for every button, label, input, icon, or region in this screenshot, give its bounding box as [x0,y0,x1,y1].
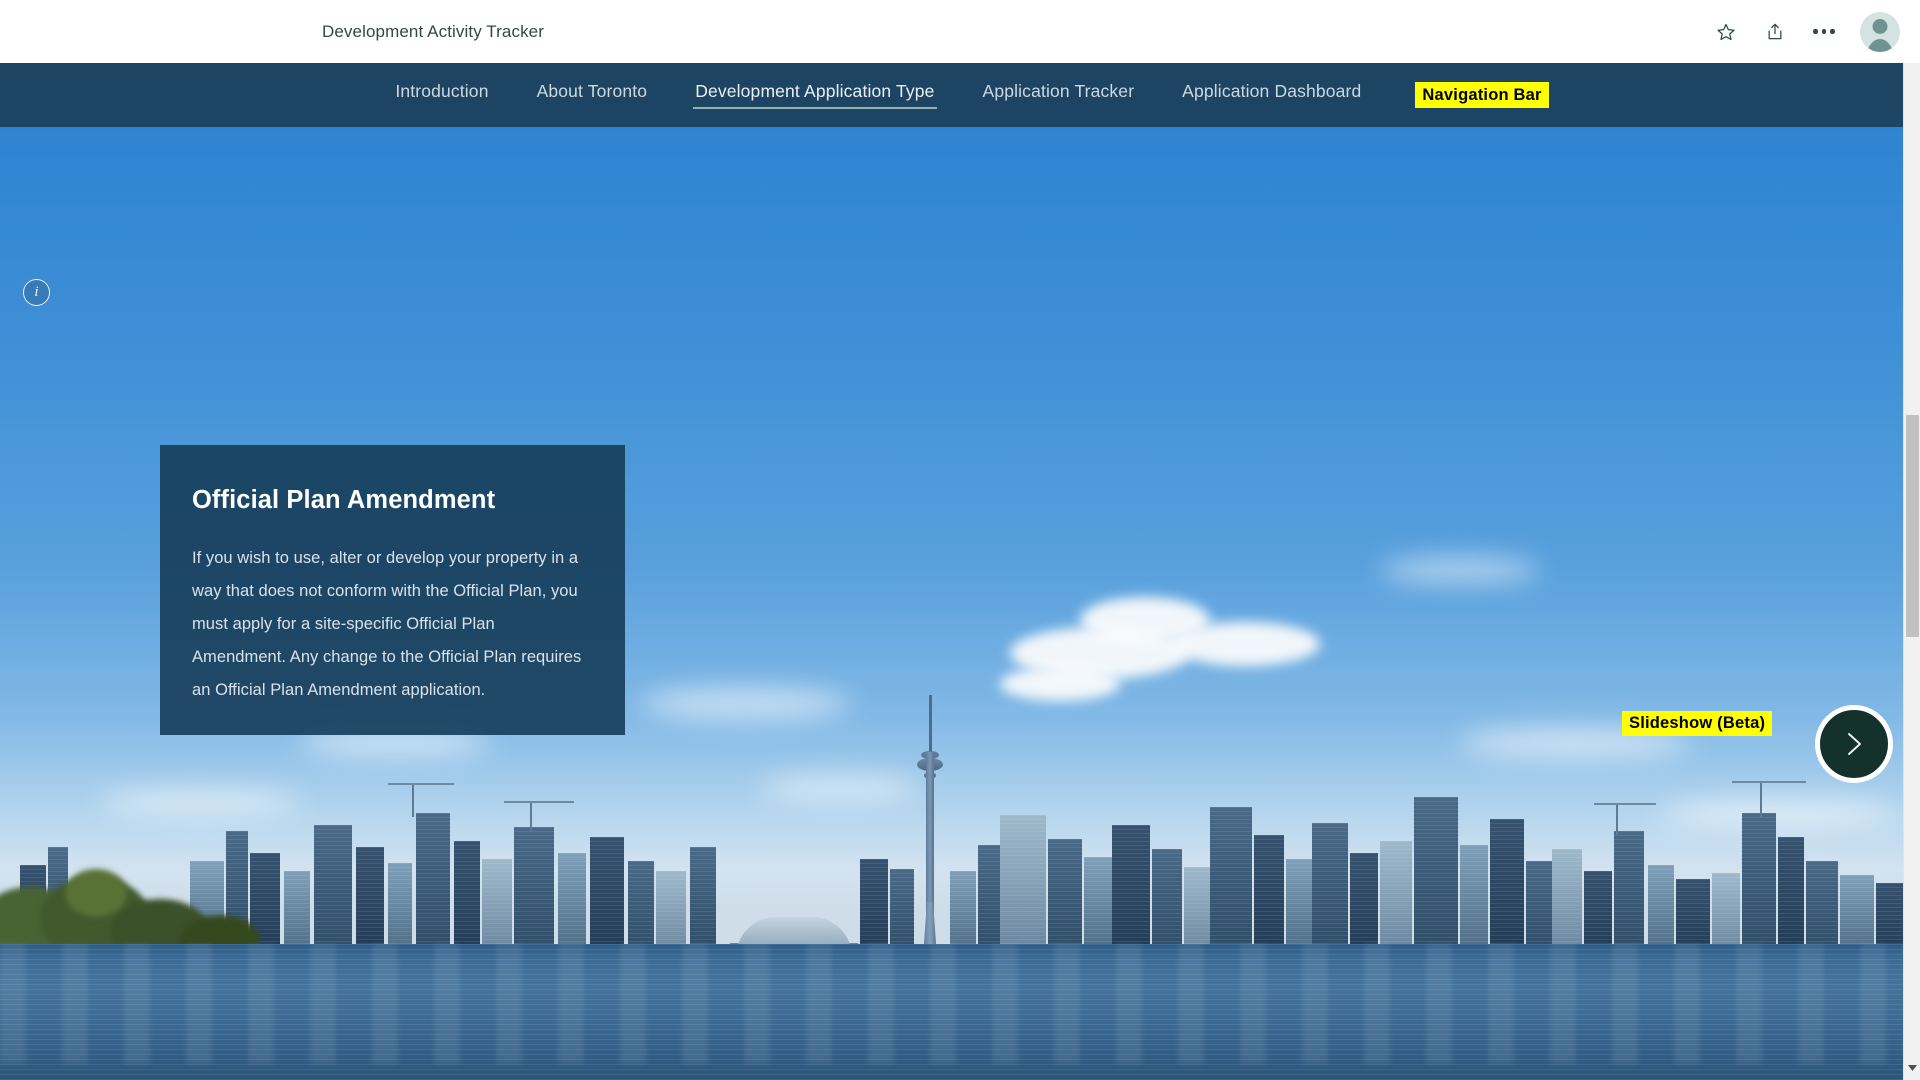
building [558,853,586,957]
navigation-bar-annotation: Navigation Bar [1415,81,1549,109]
cloud [1170,622,1320,666]
avatar-body [1865,38,1895,52]
cn-tower [916,695,944,957]
building [1552,849,1582,957]
tree [65,869,127,917]
browser-actions [1713,11,1900,52]
building [1000,815,1046,957]
building [628,861,654,957]
navigation-bar: Introduction About Toronto Development A… [0,63,1920,127]
building [1350,853,1378,957]
scrollbar-thumb[interactable] [1906,415,1919,637]
nav-item-about-toronto[interactable]: About Toronto [537,81,648,109]
building [1152,849,1182,957]
building [1806,861,1838,957]
info-icon[interactable]: i [23,279,50,306]
building [1286,859,1312,957]
slide-title: Official Plan Amendment [192,486,496,514]
building [1254,835,1284,957]
construction-crane [388,783,454,817]
building [388,863,412,957]
building [1312,823,1348,957]
building [1380,841,1412,957]
building [1048,839,1082,957]
building [482,859,512,957]
construction-crane [1732,781,1806,817]
hero-slideshow: i Official Plan Amendment If you wish to… [0,127,1903,1080]
building [590,837,624,957]
building [1210,807,1252,957]
nav-item-application-dashboard[interactable]: Application Dashboard [1182,81,1361,109]
scrollbar-down-arrow-icon[interactable] [1904,1061,1920,1075]
building [860,859,888,957]
building [514,827,554,957]
building [416,813,450,957]
slide-body-text: If you wish to use, alter or develop you… [192,548,582,699]
building [314,825,352,957]
nav-item-application-tracker[interactable]: Application Tracker [983,81,1135,109]
building [1414,797,1458,957]
page-title: Development Activity Tracker [322,21,544,41]
building [356,847,384,957]
slide-content-card: Official Plan Amendment If you wish to u… [160,445,625,735]
building-under-construction [1614,831,1644,957]
avatar-head [1872,18,1888,34]
page-scrollbar[interactable] [1903,63,1920,1080]
slideshow-annotation: Slideshow (Beta) [1622,711,1773,736]
star-icon[interactable] [1713,19,1739,45]
building [454,841,480,957]
building [1460,845,1488,957]
cloud [640,687,850,721]
avatar[interactable] [1860,11,1900,52]
construction-crane [504,801,574,831]
building [1084,857,1112,957]
building [690,847,716,957]
browser-toolbar: Development Activity Tracker [0,0,1920,63]
building-under-construction [1742,813,1776,957]
building [1112,825,1150,957]
cloud [1000,667,1120,701]
city-skyline [0,695,1903,957]
next-slide-button[interactable] [1815,705,1893,783]
building-under-construction [1778,837,1804,957]
nav-item-introduction[interactable]: Introduction [395,81,488,109]
ellipsis-icon[interactable] [1811,19,1837,45]
share-icon[interactable] [1762,19,1788,45]
building [1490,819,1524,957]
cloud [1380,557,1540,583]
construction-crane [1594,803,1656,835]
water-shimmer [0,944,1903,1064]
nav-items: Introduction About Toronto Development A… [371,81,1385,109]
nav-item-development-application-type[interactable]: Development Application Type [693,81,937,109]
chevron-right-icon [1841,728,1867,760]
building [1526,861,1552,957]
